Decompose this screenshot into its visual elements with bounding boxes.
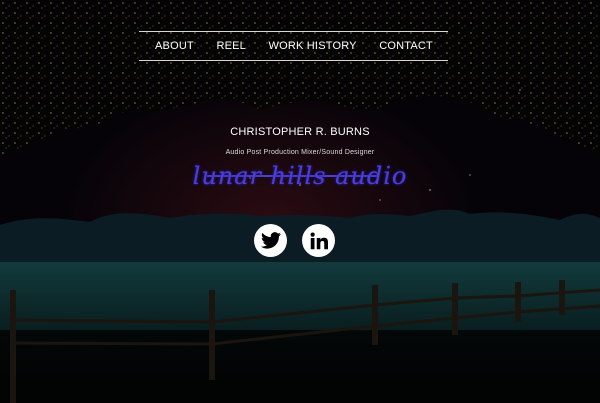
person-role: Audio Post Production Mixer/Sound Design… [225,149,375,156]
social-links [254,224,335,257]
person-name: CHRISTOPHER R. BURNS [230,126,370,138]
nav-about[interactable]: ABOUT [155,40,194,52]
twitter-link[interactable] [254,224,287,257]
linkedin-icon [310,232,328,249]
nav-contact[interactable]: CONTACT [379,40,433,52]
main-nav: ABOUT REEL WORK HISTORY CONTACT [139,31,448,61]
logo-text: lunar hills audio [192,162,408,190]
twitter-icon [260,232,281,249]
nav-reel[interactable]: REEL [216,40,246,52]
nav-work-history[interactable]: WORK HISTORY [269,40,357,52]
linkedin-link[interactable] [302,224,335,257]
